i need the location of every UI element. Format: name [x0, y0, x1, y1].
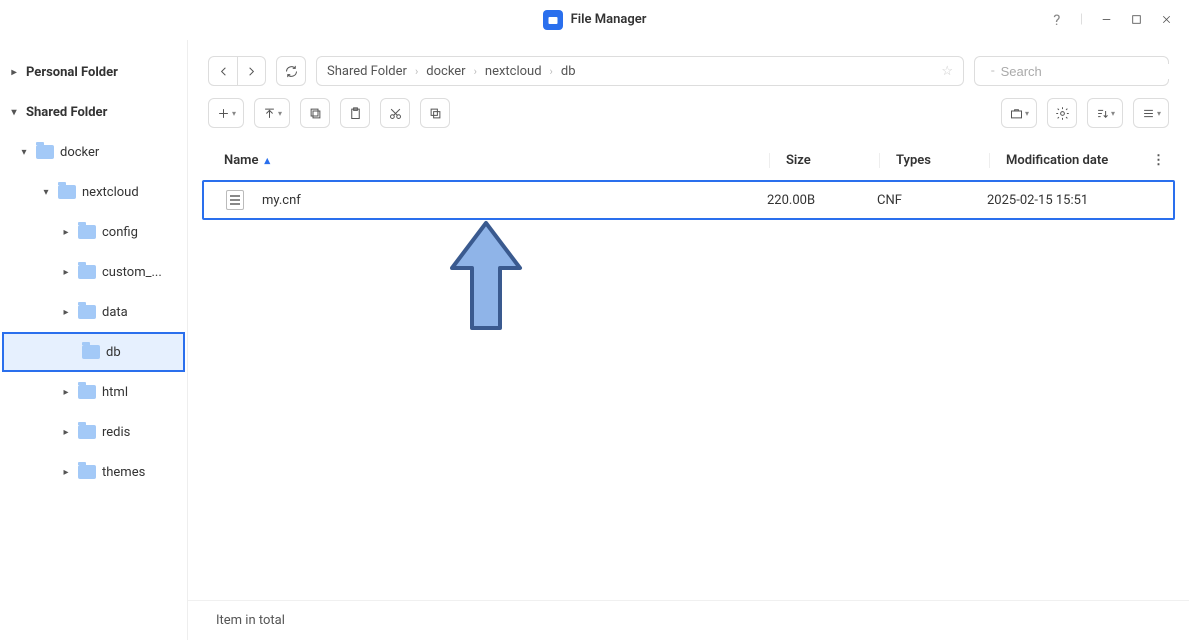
sidebar-item-redis[interactable]: ▸ redis — [0, 412, 187, 452]
sidebar-item-config[interactable]: ▸ config — [0, 212, 187, 252]
sidebar-label: db — [106, 345, 121, 360]
chevron-right-icon: ▸ — [60, 306, 72, 318]
sidebar-item-db[interactable]: db — [2, 332, 185, 372]
chevron-down-icon: ▾ — [1025, 109, 1029, 118]
chevron-down-icon: ▾ — [40, 186, 52, 198]
sort-asc-icon: ▴ — [264, 154, 270, 167]
chevron-down-icon: ▾ — [1157, 109, 1161, 118]
breadcrumb-crumb[interactable]: docker — [426, 64, 465, 79]
sidebar-item-custom[interactable]: ▸ custom_... — [0, 252, 187, 292]
more-icon[interactable]: ⋮ — [1152, 153, 1165, 168]
sidebar-label: custom_... — [102, 265, 162, 280]
refresh-button[interactable] — [276, 56, 306, 86]
copy-button[interactable] — [300, 98, 330, 128]
search-input[interactable] — [1001, 64, 1177, 79]
sidebar-label: docker — [60, 145, 99, 160]
chevron-right-icon: › — [474, 65, 477, 78]
search-box[interactable]: - — [974, 56, 1169, 86]
sidebar-label: redis — [102, 425, 130, 440]
sidebar-label: data — [102, 305, 128, 320]
nav-buttons — [208, 56, 266, 86]
toolbox-button[interactable]: ▾ — [1001, 98, 1037, 128]
sidebar-item-data[interactable]: ▸ data — [0, 292, 187, 332]
titlebar: File Manager ? | — [0, 0, 1189, 40]
table-header: Name ▴ Size Types Modification date ⋮ — [188, 140, 1189, 180]
file-date: 2025-02-15 15:51 — [987, 193, 1167, 208]
file-icon — [226, 190, 244, 210]
chevron-right-icon: ▸ — [60, 226, 72, 238]
statusbar: Item in total — [188, 600, 1189, 640]
close-icon[interactable] — [1159, 13, 1173, 27]
breadcrumb: Shared Folder › docker › nextcloud › db … — [316, 56, 964, 86]
file-name: my.cnf — [262, 193, 301, 208]
folder-icon — [78, 225, 96, 239]
separator: - — [991, 64, 995, 79]
paste-button[interactable] — [340, 98, 370, 128]
content-area: Shared Folder › docker › nextcloud › db … — [188, 40, 1189, 640]
annotation-arrow-icon — [446, 218, 526, 338]
sidebar-label: config — [102, 225, 138, 240]
folder-icon — [78, 305, 96, 319]
sidebar-label: html — [102, 385, 128, 400]
view-button[interactable]: ▾ — [1133, 98, 1169, 128]
folder-icon — [58, 185, 76, 199]
app-title: File Manager — [571, 12, 647, 27]
chevron-down-icon: ▾ — [1111, 109, 1115, 118]
folder-icon — [82, 345, 100, 359]
minimize-icon[interactable] — [1099, 13, 1113, 27]
folder-icon — [78, 385, 96, 399]
add-button[interactable]: ▾ — [208, 98, 244, 128]
caret-placeholder — [64, 346, 76, 358]
column-size[interactable]: Size — [769, 153, 879, 168]
folder-icon — [36, 145, 54, 159]
sidebar-item-html[interactable]: ▸ html — [0, 372, 187, 412]
chevron-right-icon: ▸ — [60, 386, 72, 398]
duplicate-button[interactable] — [420, 98, 450, 128]
breadcrumb-crumb[interactable]: nextcloud — [485, 64, 542, 79]
sidebar-item-nextcloud[interactable]: ▾ nextcloud — [0, 172, 187, 212]
help-icon[interactable]: ? — [1050, 13, 1064, 27]
upload-button[interactable]: ▾ — [254, 98, 290, 128]
sidebar-label: themes — [102, 465, 145, 480]
chevron-right-icon: ▸ — [60, 466, 72, 478]
sidebar-item-shared[interactable]: ▾ Shared Folder — [0, 92, 187, 132]
chevron-down-icon: ▾ — [8, 106, 20, 118]
breadcrumb-crumb[interactable]: db — [561, 64, 576, 79]
status-text: Item in total — [216, 613, 285, 628]
column-name[interactable]: Name — [224, 153, 258, 168]
column-types[interactable]: Types — [879, 153, 989, 168]
chevron-down-icon: ▾ — [18, 146, 30, 158]
chevron-right-icon: ▸ — [8, 66, 20, 78]
folder-icon — [78, 265, 96, 279]
file-row[interactable]: my.cnf 220.00B CNF 2025-02-15 15:51 — [202, 180, 1175, 220]
forward-button[interactable] — [237, 57, 265, 85]
chevron-right-icon: › — [415, 65, 418, 78]
star-icon[interactable]: ☆ — [941, 64, 953, 79]
sidebar-label-shared: Shared Folder — [26, 105, 107, 120]
back-button[interactable] — [209, 57, 237, 85]
sidebar-item-themes[interactable]: ▸ themes — [0, 452, 187, 492]
sidebar-item-personal[interactable]: ▸ Personal Folder — [0, 52, 187, 92]
chevron-right-icon: ▸ — [60, 266, 72, 278]
chevron-right-icon: › — [550, 65, 553, 78]
breadcrumb-crumb[interactable]: Shared Folder — [327, 64, 407, 79]
file-type: CNF — [877, 193, 987, 208]
cut-button[interactable] — [380, 98, 410, 128]
chevron-right-icon: ▸ — [60, 426, 72, 438]
sort-button[interactable]: ▾ — [1087, 98, 1123, 128]
app-icon — [543, 10, 563, 30]
sidebar: ▸ Personal Folder ▾ Shared Folder ▾ dock… — [0, 40, 188, 640]
folder-icon — [78, 425, 96, 439]
chevron-down-icon: ▾ — [278, 109, 282, 118]
folder-icon — [78, 465, 96, 479]
sidebar-label-personal: Personal Folder — [26, 65, 118, 80]
maximize-icon[interactable] — [1129, 13, 1143, 27]
sidebar-label: nextcloud — [82, 185, 139, 200]
sidebar-item-docker[interactable]: ▾ docker — [0, 132, 187, 172]
column-date[interactable]: Modification date — [989, 153, 1169, 168]
settings-button[interactable] — [1047, 98, 1077, 128]
chevron-down-icon: ▾ — [232, 109, 236, 118]
file-size: 220.00B — [767, 193, 877, 208]
